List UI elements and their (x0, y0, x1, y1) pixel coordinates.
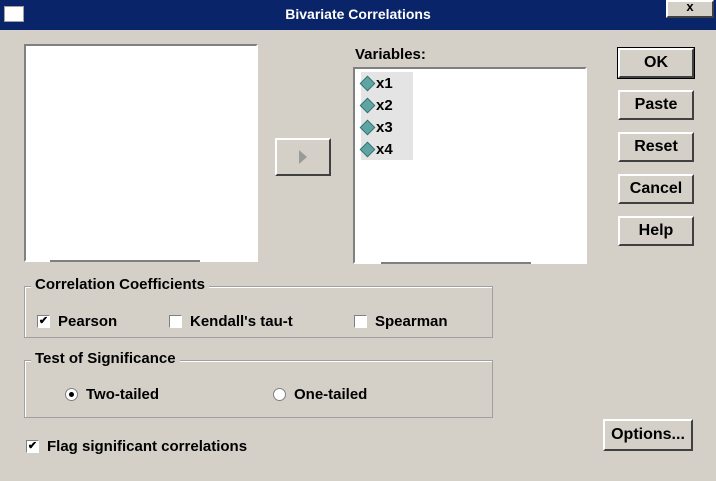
source-variable-list[interactable] (24, 44, 258, 262)
one-tailed-label: One-tailed (294, 386, 368, 403)
close-button[interactable]: x (666, 0, 714, 18)
two-tailed-label: Two-tailed (86, 386, 160, 403)
variables-label: Variables: (355, 46, 426, 63)
variables-list-scroll-edge (381, 262, 531, 264)
two-tailed-option[interactable]: Two-tailed (65, 386, 159, 403)
window-frame (0, 30, 6, 481)
one-tailed-option[interactable]: One-tailed (273, 386, 367, 403)
variable-label: x1 (376, 74, 393, 92)
correlation-coefficients-legend: Correlation Coefficients (31, 276, 210, 293)
list-item[interactable]: x2 (359, 94, 413, 116)
variables-list[interactable]: x1 x2 x3 x4 (353, 67, 587, 264)
scale-variable-icon (359, 141, 376, 157)
pearson-label: Pearson (58, 313, 118, 330)
spearman-checkbox[interactable] (354, 315, 367, 328)
spearman-label: Spearman (375, 313, 448, 330)
list-item[interactable]: x4 (359, 138, 413, 160)
options-button[interactable]: Options... (603, 419, 693, 451)
pearson-checkbox[interactable]: ✔ (37, 315, 50, 328)
paste-button[interactable]: Paste (618, 90, 694, 120)
ok-button[interactable]: OK (617, 47, 695, 79)
spearman-option[interactable]: Spearman (354, 313, 448, 330)
flag-significant-option[interactable]: ✔ Flag significant correlations (26, 438, 247, 455)
test-of-significance-group: Test of Significance Two-tailed One-tail… (24, 350, 493, 418)
flag-significant-checkbox[interactable]: ✔ (26, 440, 39, 453)
kendall-checkbox[interactable] (169, 315, 182, 328)
test-of-significance-legend: Test of Significance (31, 350, 180, 367)
list-item[interactable]: x3 (359, 116, 413, 138)
scale-variable-icon (359, 97, 376, 113)
one-tailed-radio[interactable] (273, 388, 286, 401)
reset-button[interactable]: Reset (618, 132, 694, 162)
scale-variable-icon (359, 75, 376, 91)
cancel-button[interactable]: Cancel (618, 174, 694, 204)
variable-label: x3 (376, 118, 393, 136)
title-bar: Bivariate Correlations x (0, 0, 716, 30)
variable-label: x2 (376, 96, 393, 114)
correlation-coefficients-group: Correlation Coefficients ✔ Pearson Kenda… (24, 276, 493, 338)
kendall-option[interactable]: Kendall's tau-t (169, 313, 293, 330)
move-variable-button[interactable] (275, 138, 331, 176)
variable-label: x4 (376, 140, 393, 158)
help-button[interactable]: Help (618, 216, 694, 246)
two-tailed-radio[interactable] (65, 388, 78, 401)
window-title: Bivariate Correlations (285, 6, 431, 22)
kendall-label: Kendall's tau-t (190, 313, 293, 330)
right-arrow-icon (299, 150, 307, 164)
scale-variable-icon (359, 119, 376, 135)
source-list-scroll-edge (50, 260, 200, 262)
pearson-option[interactable]: ✔ Pearson (37, 313, 117, 330)
flag-significant-label: Flag significant correlations (47, 438, 248, 455)
list-item[interactable]: x1 (359, 72, 413, 94)
